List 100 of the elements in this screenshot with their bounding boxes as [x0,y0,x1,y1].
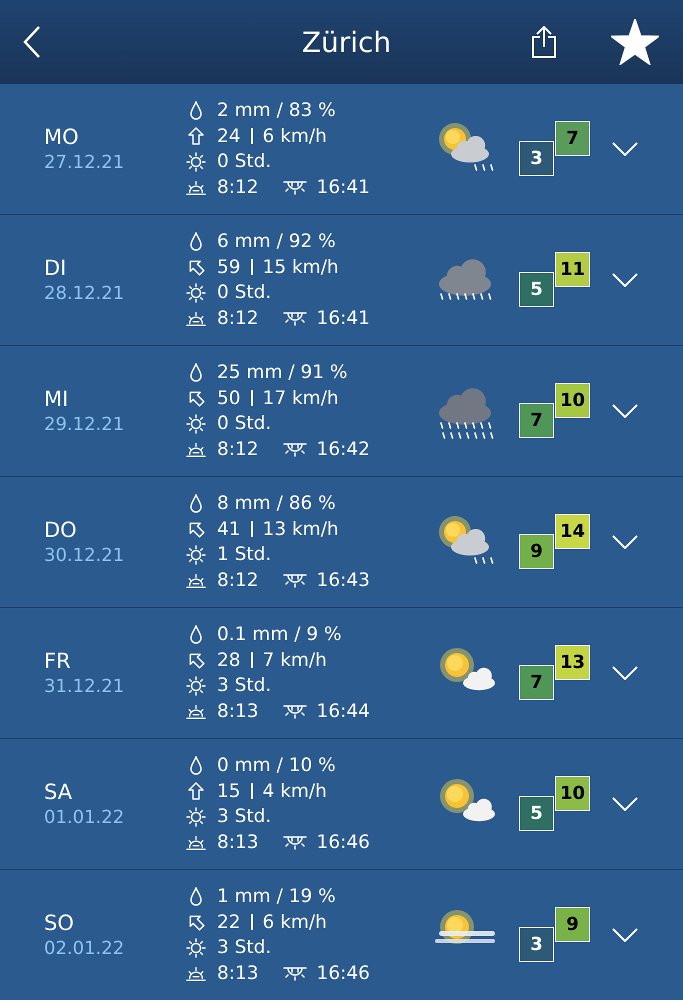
wind-speed-text: 17 km/h [262,388,339,409]
chevron-down-icon [612,797,638,811]
wind-speed-text: 4 km/h [262,780,327,802]
share-icon [531,25,557,59]
share-button[interactable] [531,25,557,59]
wind-direction-text: 15 [217,780,241,802]
date-label: 28.12.21 [44,282,126,306]
max-temperature: 9 [555,907,590,942]
max-temperature: 10 [555,776,590,811]
precipitation-text: 0.1 mm / 9 % [217,624,342,646]
wind-speed-text: 6 km/h [262,126,327,147]
sun-icon [186,414,206,434]
min-temperature: 3 [519,927,554,962]
wind-direction-text: 41 [217,518,241,540]
day-label: DI [44,255,68,282]
wind-arrow-icon [186,781,206,802]
precipitation-text: 8 mm / 86 % [217,493,336,514]
max-temperature: 7 [555,121,590,156]
wind-speed-text: 13 km/h [262,518,339,540]
min-temperature: 5 [519,272,554,307]
wind-speed-text: 6 km/h [262,912,327,933]
precipitation-text: 0 mm / 10 % [217,755,336,776]
min-temperature: 3 [519,141,554,176]
date-label: 27.12.21 [44,151,126,175]
sunset-text: 16:41 [316,308,370,329]
day-row[interactable]: DO 30.12.21 8 mm / 86 % 41 13 km/h 1 Std. 8:12 16:43 9 14 [0,477,683,608]
chevron-down-icon [612,273,638,287]
star-icon [611,19,659,65]
sunshine-text: 3 Std. [217,675,272,696]
wind-arrow-icon [186,126,206,146]
wind-direction-text: 28 [217,650,241,671]
chevron-down-icon [612,928,638,942]
day-label: DO [44,517,78,544]
date-label: 31.12.21 [44,675,126,699]
day-row[interactable]: FR 31.12.21 0.1 mm / 9 % 28 7 km/h 3 Std. 8:13 16:44 7 13 [0,608,683,739]
sunrise-text: 8:13 [217,700,259,722]
min-temperature: 9 [519,534,554,569]
sun-icon [186,282,206,303]
sunset-text: 16:42 [316,438,370,460]
wind-speed-text: 15 km/h [262,256,339,278]
min-temperature: 7 [519,665,554,700]
favorite-button[interactable] [611,19,659,65]
wind-speed-text: 7 km/h [262,650,327,671]
min-temperature: 5 [519,796,554,831]
sunset-text: 16:41 [316,176,370,198]
day-label: SO [44,910,75,937]
day-label: SA [44,779,74,806]
sun-icon [186,676,206,696]
sunset-text: 16:46 [316,962,370,984]
back-button[interactable] [22,25,42,59]
max-temperature: 14 [555,514,590,549]
max-temperature: 13 [555,645,590,680]
day-label: MO [44,124,80,151]
date-label: 02.01.22 [44,937,126,961]
wind-direction-text: 22 [217,912,241,933]
day-row[interactable]: SA 01.01.22 0 mm / 10 % 15 4 km/h 3 Std. 8:13 16:46 5 10 [0,739,683,870]
day-row[interactable]: SO 02.01.22 1 mm / 19 % 22 6 km/h 3 Std. 8:13 16:46 3 9 [0,870,683,1000]
chevron-down-icon [612,142,638,156]
sun-icon [186,938,206,958]
day-label: FR [44,648,72,675]
sunrise-text: 8:13 [217,962,259,984]
sunset-text: 16:43 [316,570,370,591]
precipitation-text: 25 mm / 91 % [217,362,348,384]
precipitation-text: 1 mm / 19 % [217,886,336,908]
sunshine-text: 0 Std. [217,151,272,172]
sunset-text: 16:46 [316,832,370,853]
sun-icon [186,152,206,172]
precipitation-text: 2 mm / 83 % [217,100,336,122]
day-row[interactable]: MO 27.12.21 2 mm / 83 % 24 6 km/h 0 Std. 8:12 16:41 3 7 [0,84,683,215]
wind-direction-text: 59 [217,256,241,278]
day-row[interactable]: MI 29.12.21 25 mm / 91 % 50 17 km/h 0 Std. 8:12 16:42 7 10 [0,346,683,477]
date-label: 29.12.21 [44,413,126,437]
day-row[interactable]: DI 28.12.21 6 mm / 92 % 59 15 km/h 0 Std. 8:12 16:41 5 11 [0,215,683,346]
sunrise-text: 8:12 [217,570,259,591]
date-label: 30.12.21 [44,544,126,568]
sunshine-text: 0 Std. [217,282,272,304]
sunshine-text: 3 Std. [217,806,272,828]
screen-title: Zürich [300,26,392,58]
min-temperature: 7 [519,403,554,438]
max-temperature: 11 [555,252,590,287]
day-label: MI [44,386,70,413]
sunshine-text: 3 Std. [217,937,272,958]
sunshine-text: 0 Std. [217,413,272,434]
sunshine-text: 1 Std. [217,544,272,566]
sunrise-text: 8:12 [217,176,259,198]
sunrise-text: 8:12 [217,438,259,460]
sun-icon [186,806,206,827]
wind-direction-text: 50 [217,388,241,409]
date-label: 01.01.22 [44,806,126,830]
chevron-down-icon [612,404,638,418]
sunrise-text: 8:13 [217,832,259,853]
chevron-down-icon [612,666,638,680]
max-temperature: 10 [555,383,590,418]
chevron-down-icon [612,535,638,549]
wind-direction-text: 24 [217,126,241,147]
sunrise-text: 8:12 [217,308,259,329]
back-icon [22,25,42,59]
precipitation-text: 6 mm / 92 % [217,231,336,252]
sun-icon [186,544,206,565]
sunset-text: 16:44 [316,700,370,722]
